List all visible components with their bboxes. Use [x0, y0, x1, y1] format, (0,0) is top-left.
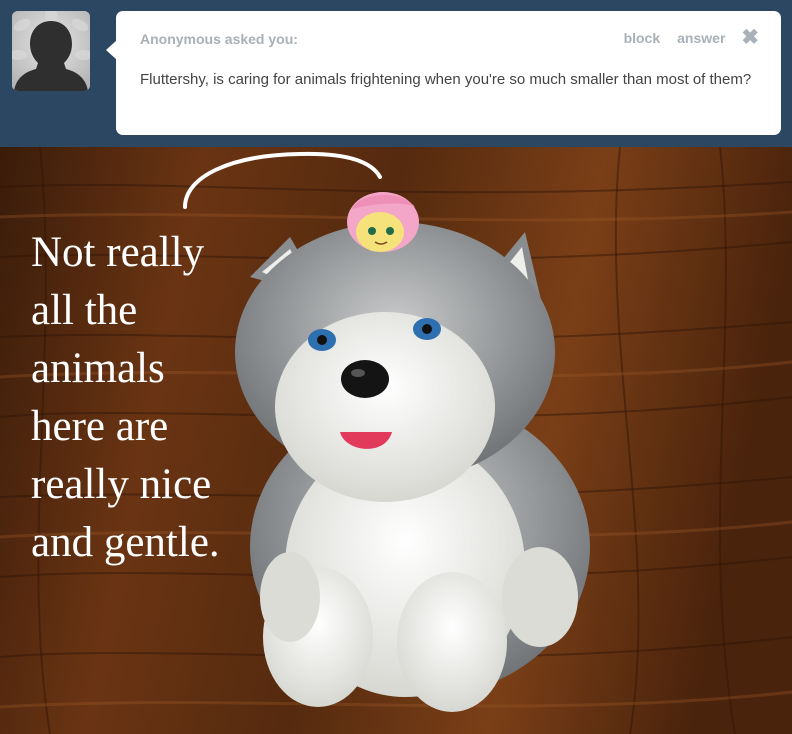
ask-header: Anonymous asked you: block answer ✖ Flut… [0, 0, 792, 147]
caption-line: all the [31, 287, 138, 334]
caption-line: animals [31, 345, 165, 392]
anonymous-avatar-icon [12, 11, 90, 91]
plush-husky [235, 222, 590, 712]
asker-label: Anonymous asked you: [140, 31, 298, 47]
caption-line: here are [31, 403, 169, 450]
fluttershy-figure [347, 192, 419, 252]
answer-button[interactable]: answer [677, 30, 725, 46]
answer-caption: Not really all the animals here are real… [31, 224, 261, 572]
question-text: Fluttershy, is caring for animals fright… [140, 71, 752, 88]
ask-bubble: Anonymous asked you: block answer ✖ Flut… [116, 11, 781, 135]
caption-line: Not really [31, 229, 205, 276]
caption-line: really nice [31, 461, 212, 508]
block-button[interactable]: block [624, 30, 661, 46]
ask-actions: block answer ✖ [607, 27, 759, 48]
close-icon[interactable]: ✖ [741, 27, 759, 48]
caption-line: and gentle. [31, 519, 220, 566]
